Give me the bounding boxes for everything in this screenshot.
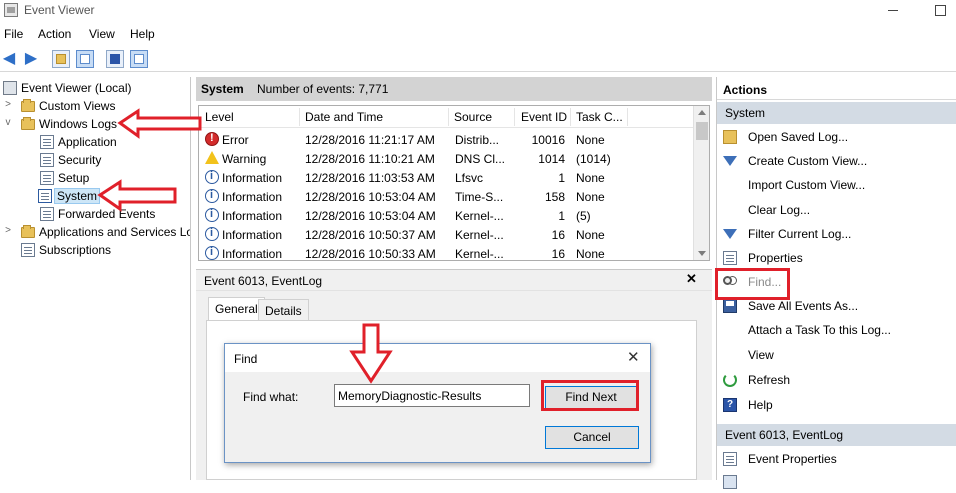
arrow-to-system [97, 179, 177, 212]
arrow-to-find-input [349, 323, 393, 384]
annotation-arrows [97, 108, 393, 384]
arrow-to-windows-logs [117, 108, 202, 139]
